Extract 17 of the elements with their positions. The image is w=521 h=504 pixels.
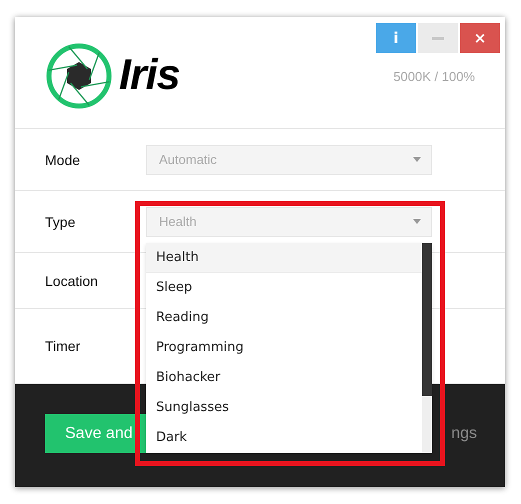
close-button[interactable]: × xyxy=(460,23,500,53)
dropdown-option[interactable]: Dark xyxy=(146,423,422,453)
minimize-button[interactable] xyxy=(418,23,458,53)
setting-label: Location xyxy=(45,272,99,288)
color-temperature-readout: 5000K / 100% xyxy=(393,69,475,84)
caret-icon xyxy=(413,219,421,224)
text-button[interactable]: ngs xyxy=(451,414,477,453)
setting-label: Mode xyxy=(45,152,82,168)
setting-label: Type xyxy=(45,214,76,230)
app-logo-text: Iris xyxy=(119,51,180,100)
caret-icon xyxy=(413,157,421,162)
setting-label: Timer xyxy=(45,338,82,354)
minimize-icon xyxy=(432,36,444,40)
scrollbar-thumb[interactable] xyxy=(422,243,432,396)
scrollbar[interactable] xyxy=(422,243,432,453)
aperture-logo-icon xyxy=(45,42,113,110)
dropdown-option[interactable]: Health xyxy=(146,243,422,273)
